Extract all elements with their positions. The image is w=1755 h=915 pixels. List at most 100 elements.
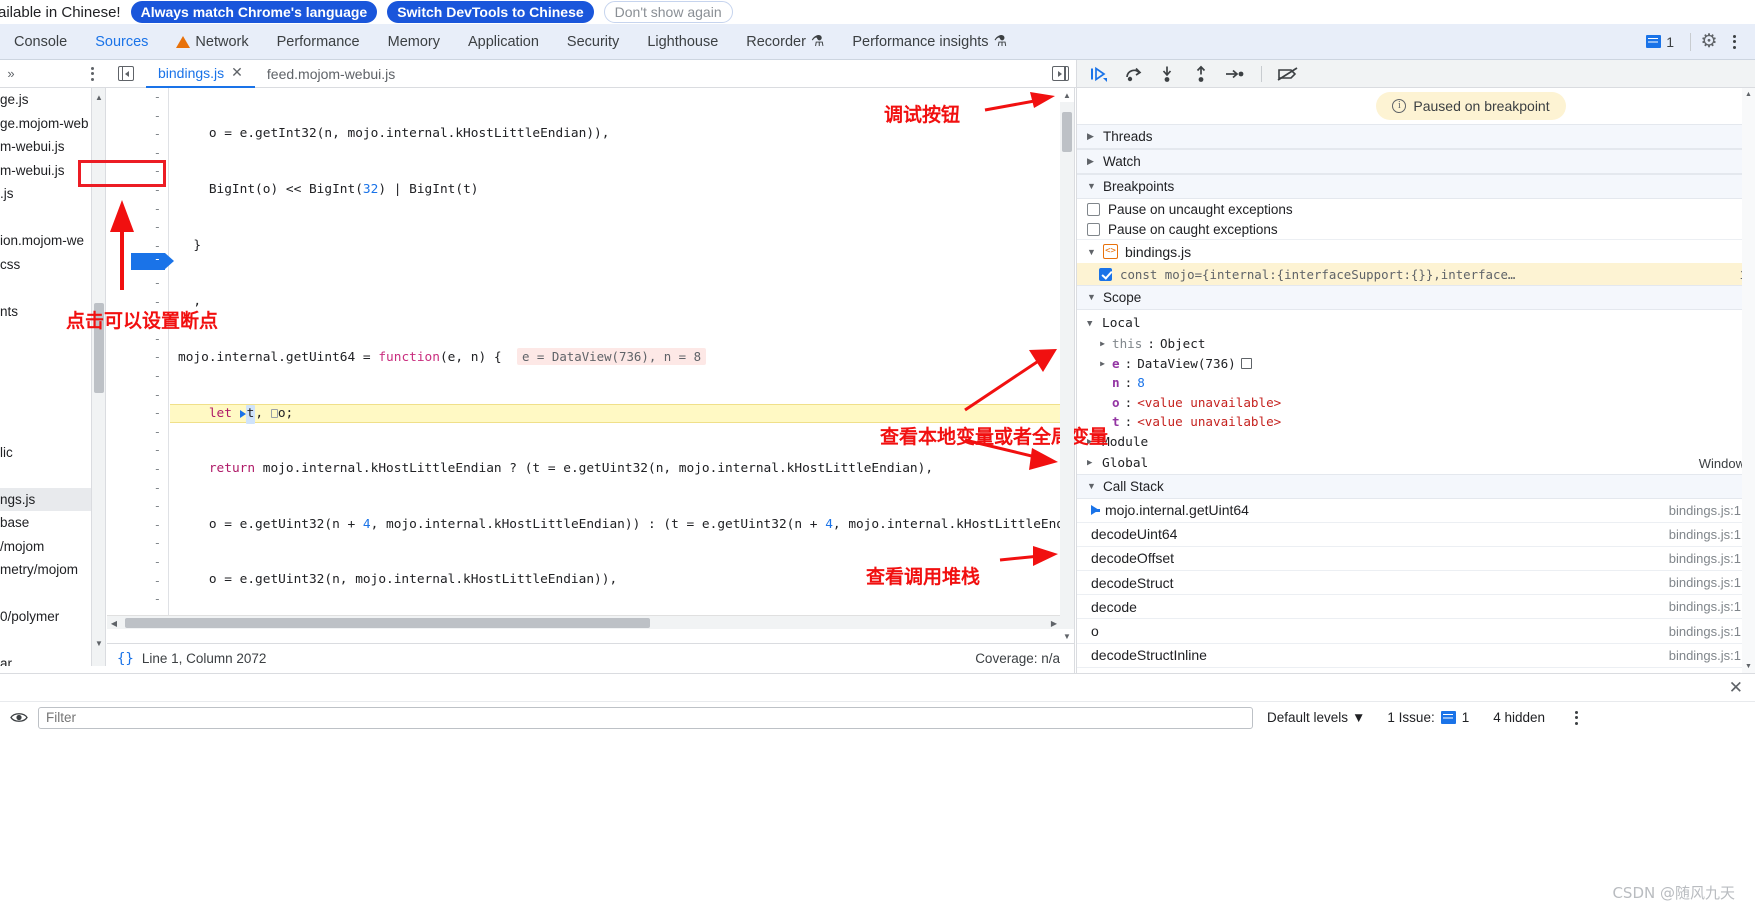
tab-security[interactable]: Security xyxy=(553,24,633,60)
editor-vertical-scrollbar[interactable] xyxy=(1060,102,1074,629)
section-breakpoints[interactable]: ▼ Breakpoints xyxy=(1077,174,1755,199)
file-tab-feed-mojom-webui[interactable]: feed.mojom-webui.js xyxy=(255,60,407,88)
show-debugger-icon[interactable] xyxy=(1052,66,1069,81)
sources-more-icon[interactable] xyxy=(83,61,101,87)
section-threads[interactable]: ▶ Threads xyxy=(1077,124,1755,149)
kebab-menu-icon[interactable] xyxy=(1567,708,1585,728)
scroll-down-icon[interactable]: ▼ xyxy=(92,636,106,650)
nav-item[interactable]: base xyxy=(0,511,91,535)
nav-item[interactable] xyxy=(0,206,91,230)
breakpoint-file-group[interactable]: ▼ <> bindings.js xyxy=(1077,239,1755,263)
scrollbar-thumb[interactable] xyxy=(1062,112,1072,152)
nav-item[interactable] xyxy=(0,394,91,418)
nav-item[interactable] xyxy=(0,276,91,300)
scroll-up-icon[interactable]: ▲ xyxy=(1060,88,1074,102)
nav-item[interactable] xyxy=(0,629,91,653)
scrollbar-thumb[interactable] xyxy=(125,618,650,628)
dont-show-again-button[interactable]: Don't show again xyxy=(603,1,733,23)
navigator-scrollbar[interactable]: ▲ ▼ xyxy=(92,88,106,666)
scope-variable-e[interactable]: ▶ e: DataView(736) xyxy=(1077,354,1755,374)
tab-application[interactable]: Application xyxy=(454,24,553,60)
nav-item[interactable]: m-webui.js xyxy=(0,135,91,159)
scroll-up-icon[interactable]: ▲ xyxy=(1742,88,1755,101)
breakpoint-marker[interactable]: - xyxy=(131,252,174,270)
call-stack-frame-current[interactable]: mojo.internal.getUint64 bindings.js:1 xyxy=(1077,499,1755,523)
step-over-next-function-call-icon[interactable] xyxy=(1119,62,1147,86)
nav-item[interactable]: ion.mojom-we xyxy=(0,229,91,253)
nav-item[interactable]: ge.mojom-web xyxy=(0,112,91,136)
nav-item[interactable]: nts xyxy=(0,300,91,324)
eye-icon[interactable] xyxy=(8,707,30,729)
nav-item[interactable] xyxy=(0,370,91,394)
scroll-down-icon[interactable]: ▼ xyxy=(1742,660,1755,673)
issues-indicator[interactable]: 1 Issue: 1 xyxy=(1387,710,1469,725)
pause-on-caught-exceptions-row[interactable]: Pause on caught exceptions xyxy=(1077,219,1755,239)
nav-item[interactable]: metry/mojom xyxy=(0,558,91,582)
call-stack-frame[interactable]: o bindings.js:1 xyxy=(1077,619,1755,644)
nav-item[interactable] xyxy=(0,323,91,347)
checkbox[interactable] xyxy=(1099,267,1112,281)
scope-variable-o[interactable]: o: <value unavailable> xyxy=(1077,393,1755,413)
section-scope[interactable]: ▼ Scope xyxy=(1077,285,1755,310)
pretty-print-icon[interactable]: {} xyxy=(117,651,134,667)
always-match-language-button[interactable]: Always match Chrome's language xyxy=(130,1,378,23)
tab-performance[interactable]: Performance xyxy=(263,24,374,60)
kebab-menu-icon[interactable] xyxy=(1723,31,1745,53)
scope-variable-n[interactable]: n: 8 xyxy=(1077,373,1755,393)
call-stack-frame[interactable]: decode bindings.js:1 xyxy=(1077,595,1755,620)
checkbox[interactable] xyxy=(1087,222,1100,236)
nav-item[interactable]: /mojom xyxy=(0,535,91,559)
nav-item[interactable] xyxy=(0,464,91,488)
section-call-stack[interactable]: ▼ Call Stack xyxy=(1077,473,1755,499)
nav-item[interactable]: .js xyxy=(0,182,91,206)
step-out-of-current-function-icon[interactable] xyxy=(1187,62,1215,86)
editor-horizontal-scrollbar[interactable]: ◀ ▶ xyxy=(107,615,1061,629)
resume-script-execution-icon[interactable] xyxy=(1085,62,1113,86)
default-levels-dropdown[interactable]: Default levels ▼ xyxy=(1267,710,1365,725)
gear-icon[interactable]: ⚙ xyxy=(1699,32,1719,52)
scroll-left-icon[interactable]: ◀ xyxy=(107,616,121,629)
tab-console[interactable]: Console xyxy=(0,24,81,60)
nav-item[interactable]: m-webui.js xyxy=(0,159,91,183)
hidden-messages-count[interactable]: 4 hidden xyxy=(1493,710,1545,725)
scope-module-group[interactable]: ▶ Module xyxy=(1077,432,1755,453)
navigator-file-tree[interactable]: ge.js ge.mojom-web m-webui.js m-webui.js… xyxy=(0,88,92,666)
breakpoint-entry[interactable]: const mojo={internal:{interfaceSupport:{… xyxy=(1077,263,1755,285)
nav-item[interactable] xyxy=(0,417,91,441)
filter-input[interactable] xyxy=(38,706,1253,729)
file-tab-bindings[interactable]: bindings.js ✕ xyxy=(146,60,255,88)
call-stack-frame[interactable]: decodeOffset bindings.js:1 xyxy=(1077,547,1755,572)
section-watch[interactable]: ▶ Watch xyxy=(1077,149,1755,174)
call-stack-frame[interactable]: decodeStruct bindings.js:1 xyxy=(1077,571,1755,596)
tab-network[interactable]: Network xyxy=(162,24,262,60)
memory-chip-icon[interactable] xyxy=(1240,357,1252,369)
code-editor[interactable]: -- -- -- -- -- -- -- -- -- -- -- -- -- -… xyxy=(107,88,1075,643)
tab-recorder[interactable]: Recorder ⚗ xyxy=(732,24,838,60)
tab-performance-insights[interactable]: Performance insights ⚗ xyxy=(838,24,1021,60)
nav-item[interactable]: ar xyxy=(0,652,91,666)
checkbox[interactable] xyxy=(1087,202,1100,216)
tab-lighthouse[interactable]: Lighthouse xyxy=(633,24,732,60)
nav-item[interactable]: lic xyxy=(0,441,91,465)
switch-devtools-language-button[interactable]: Switch DevTools to Chinese xyxy=(387,1,594,23)
deactivate-breakpoints-icon[interactable] xyxy=(1274,62,1302,86)
nav-item[interactable]: 0/polymer xyxy=(0,605,91,629)
scope-global-group[interactable]: ▶ Global Window xyxy=(1077,453,1755,474)
tab-sources[interactable]: Sources xyxy=(81,24,162,60)
scope-variable-t[interactable]: t: <value unavailable> xyxy=(1077,412,1755,432)
nav-item[interactable]: css xyxy=(0,253,91,277)
close-icon[interactable]: ✕ xyxy=(231,64,243,81)
scroll-right-icon[interactable]: ▶ xyxy=(1047,616,1061,629)
chevron-left-icon[interactable]: » xyxy=(1,61,21,87)
issues-message-badge[interactable]: 1 xyxy=(1638,34,1682,50)
scroll-down-icon[interactable]: ▼ xyxy=(1060,629,1074,643)
nav-item-bindings-js[interactable]: ngs.js xyxy=(0,487,91,511)
nav-item[interactable]: ge.js xyxy=(0,88,91,112)
nav-item[interactable] xyxy=(0,582,91,606)
show-navigator-icon[interactable] xyxy=(118,66,134,81)
tab-memory[interactable]: Memory xyxy=(374,24,454,60)
debugger-scrollbar[interactable]: ▲ ▼ xyxy=(1742,88,1755,673)
step-into-next-function-call-icon[interactable] xyxy=(1153,62,1181,86)
code-area[interactable]: -- -- -- -- -- -- -- -- -- -- -- -- -- -… xyxy=(107,88,1061,629)
close-icon[interactable]: ✕ xyxy=(1729,679,1743,696)
